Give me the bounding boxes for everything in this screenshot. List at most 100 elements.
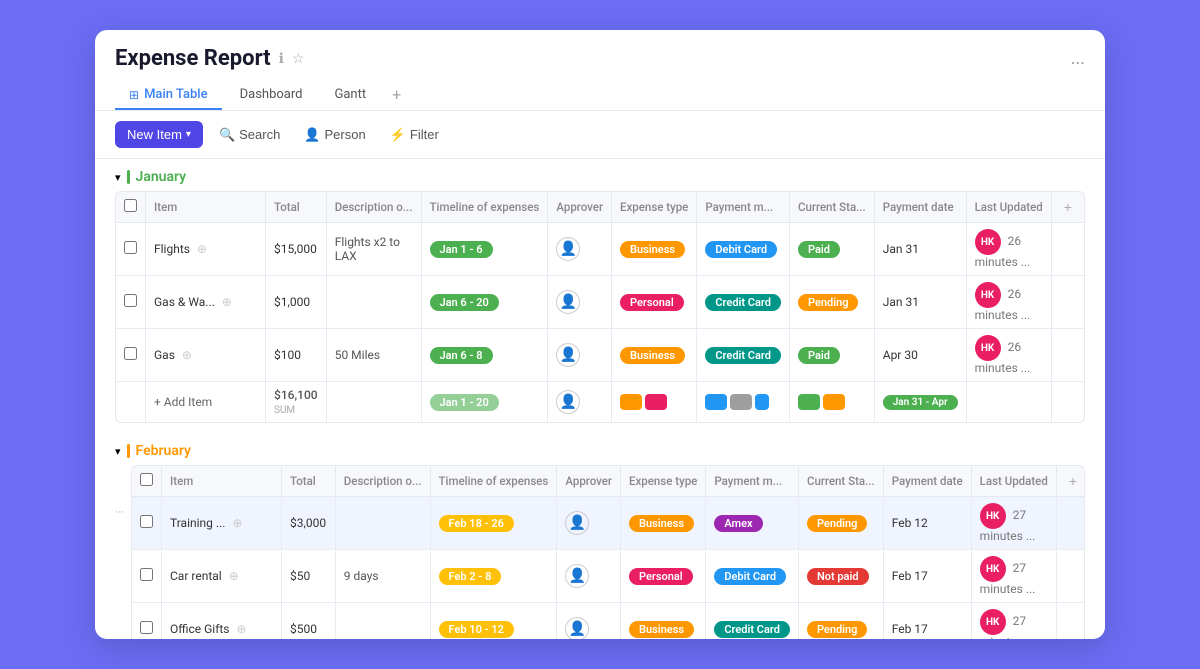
row-expense-type: Business xyxy=(621,603,706,640)
row-checkbox[interactable] xyxy=(124,347,137,360)
timeline-bar: Jan 1 - 6 xyxy=(430,241,493,258)
add-expense xyxy=(612,382,697,423)
add-item-cell[interactable]: + Add Item xyxy=(146,382,266,423)
th-add: + xyxy=(1056,466,1085,497)
add-sub-icon[interactable]: ⊕ xyxy=(229,569,239,583)
paydate-range: Jan 31 - Apr xyxy=(883,395,958,410)
group-january-header[interactable]: ▾ January xyxy=(115,169,1085,185)
row-checkbox[interactable] xyxy=(140,568,153,581)
add-sub-icon[interactable]: ⊕ xyxy=(222,295,232,309)
filter-label: Filter xyxy=(410,127,439,142)
row-timeline: Feb 18 - 26 xyxy=(430,497,557,550)
expense-type-chip: Business xyxy=(629,515,694,532)
add-sub-icon[interactable]: ⊕ xyxy=(232,516,242,530)
tab-add-button[interactable]: + xyxy=(384,79,409,110)
tab-gantt[interactable]: Gantt xyxy=(320,81,380,110)
row-item: Flights ⊕ xyxy=(146,223,266,276)
filter-button[interactable]: ⚡ Filter xyxy=(382,122,447,148)
expense-type-chip: Business xyxy=(620,347,685,364)
status-chip: Pending xyxy=(807,515,868,532)
check-all[interactable] xyxy=(124,199,137,212)
row-timeline: Feb 2 - 8 xyxy=(430,550,557,603)
row-approver: 👤 xyxy=(548,276,612,329)
row-check[interactable] xyxy=(132,497,162,550)
tab-dashboard[interactable]: Dashboard xyxy=(226,81,317,110)
tab-main-table[interactable]: ⊞ Main Table xyxy=(115,81,222,110)
row-check[interactable] xyxy=(132,550,162,603)
row-checkbox[interactable] xyxy=(140,621,153,634)
expense-type-chip: Business xyxy=(629,621,694,638)
th-status: Current Sta... xyxy=(798,466,883,497)
row-item: Car rental ⊕ xyxy=(162,550,282,603)
add-sub-icon[interactable]: ⊕ xyxy=(237,622,247,636)
row-payment-date: Jan 31 xyxy=(874,276,966,329)
row-desc xyxy=(335,497,430,550)
add-sub-icon[interactable]: ⊕ xyxy=(197,242,207,256)
add-column-button[interactable]: + xyxy=(1065,473,1081,489)
expense-type-chip: Business xyxy=(620,241,685,258)
info-icon[interactable]: ℹ xyxy=(279,51,284,67)
row-check[interactable] xyxy=(116,276,146,329)
row-expense-type: Business xyxy=(621,497,706,550)
row-total: $15,000 xyxy=(266,223,327,276)
check-all[interactable] xyxy=(140,473,153,486)
row-desc xyxy=(326,276,421,329)
row-checkbox[interactable] xyxy=(140,515,153,528)
th-paydate: Payment date xyxy=(883,466,971,497)
row-check[interactable] xyxy=(116,329,146,382)
chevron-icon: ▾ xyxy=(115,171,121,184)
table-row: Gas ⊕ $100 50 Miles Jan 6 - 8 👤 Business… xyxy=(116,329,1084,382)
row-checkbox[interactable] xyxy=(124,241,137,254)
row-payment-method: Credit Card xyxy=(706,603,799,640)
expense-type-chip: Personal xyxy=(620,294,684,311)
approver-avatar: 👤 xyxy=(565,617,589,639)
row-expense-type: Personal xyxy=(621,550,706,603)
status-chip: Paid xyxy=(798,241,840,258)
dots-side[interactable]: ··· xyxy=(115,465,131,519)
row-updated: HK 27 minutes ... xyxy=(971,497,1056,550)
group-february-header[interactable]: ▾ February xyxy=(115,443,1085,459)
row-updated: HK 26 minutes ... xyxy=(966,276,1051,329)
row-desc xyxy=(335,603,430,640)
row-status: Pending xyxy=(798,497,883,550)
add-approver: 👤 xyxy=(548,382,612,423)
avatar: HK xyxy=(980,609,1006,635)
row-payment-date: Feb 12 xyxy=(883,497,971,550)
tab-dashboard-label: Dashboard xyxy=(240,87,303,102)
row-approver: 👤 xyxy=(557,497,621,550)
th-payment: Payment m... xyxy=(697,192,790,223)
row-timeline: Jan 6 - 20 xyxy=(421,276,548,329)
row-approver: 👤 xyxy=(557,603,621,640)
row-updated: HK 27 minutes ... xyxy=(971,550,1056,603)
item-label: Training ... xyxy=(170,516,225,530)
person-button[interactable]: 👤 Person xyxy=(296,122,373,148)
row-check[interactable] xyxy=(132,603,162,640)
add-column-button[interactable]: + xyxy=(1060,199,1076,215)
th-status: Current Sta... xyxy=(789,192,874,223)
star-icon[interactable]: ☆ xyxy=(292,51,305,67)
group-color-bar xyxy=(127,170,130,184)
row-total: $1,000 xyxy=(266,276,327,329)
row-approver: 👤 xyxy=(548,329,612,382)
row-add xyxy=(1056,497,1085,550)
add-sub-icon[interactable]: ⊕ xyxy=(182,348,192,362)
th-updated: Last Updated xyxy=(971,466,1056,497)
row-updated: HK 27 minutes ... xyxy=(971,603,1056,640)
avatar: HK xyxy=(975,282,1001,308)
more-options[interactable]: ... xyxy=(1071,48,1085,69)
row-status: Pending xyxy=(789,276,874,329)
approver-avatar: 👤 xyxy=(556,390,580,414)
search-button[interactable]: 🔍 Search xyxy=(211,122,288,148)
row-expense-type: Business xyxy=(612,223,697,276)
toolbar: New Item ▾ 🔍 Search 👤 Person ⚡ Filter xyxy=(95,111,1105,159)
person-label: Person xyxy=(325,127,366,142)
item-label: Car rental xyxy=(170,569,222,583)
new-item-button[interactable]: New Item ▾ xyxy=(115,121,203,148)
timeline-bar: Feb 18 - 26 xyxy=(439,515,514,532)
row-checkbox[interactable] xyxy=(124,294,137,307)
avatar: HK xyxy=(980,556,1006,582)
row-check[interactable] xyxy=(116,223,146,276)
tabs-bar: ⊞ Main Table Dashboard Gantt + xyxy=(115,79,1085,110)
chevron-down-icon: ▾ xyxy=(186,129,191,140)
th-add: + xyxy=(1051,192,1084,223)
